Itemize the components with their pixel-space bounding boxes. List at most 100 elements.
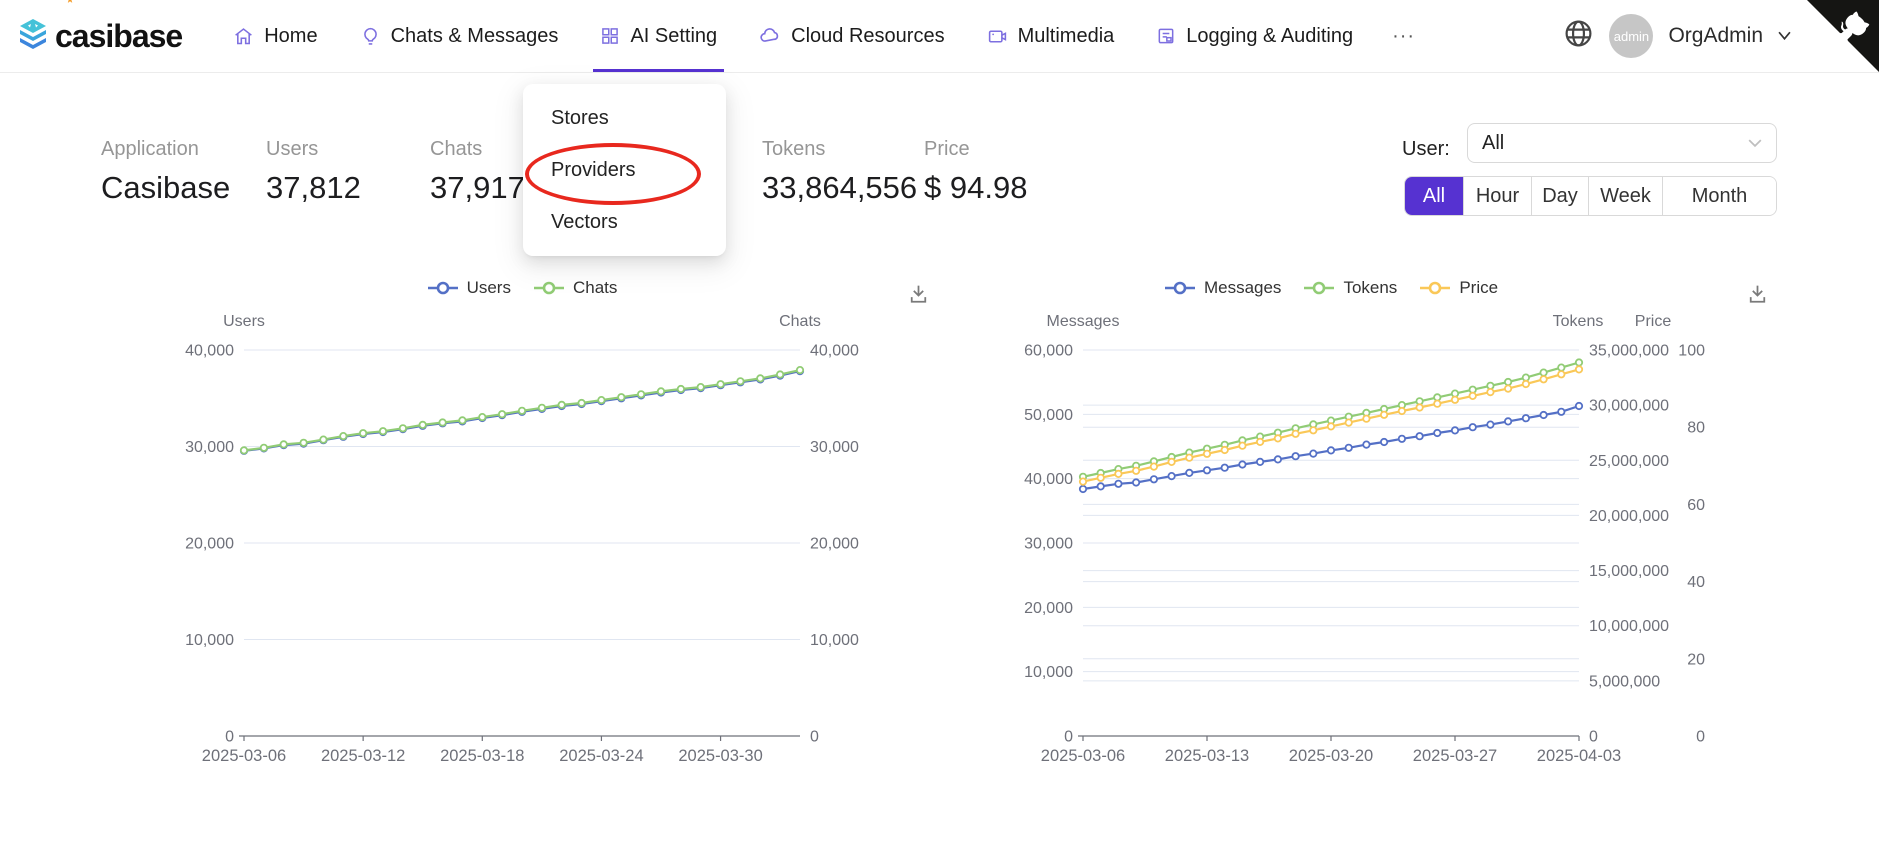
menu-item-providers[interactable]: Providers (523, 144, 726, 196)
stat-value: 37,812 (266, 170, 361, 206)
svg-text:10,000,000: 10,000,000 (1589, 618, 1669, 635)
nav-item-logging-auditing[interactable]: Logging & Auditing (1135, 0, 1374, 72)
legend-item-messages[interactable]: Messages (1164, 278, 1281, 298)
svg-text:20,000,000: 20,000,000 (1589, 508, 1669, 525)
range-button-all[interactable]: All (1405, 177, 1463, 215)
svg-text:100: 100 (1678, 343, 1705, 360)
bulb-icon (360, 26, 381, 47)
svg-text:2025-03-18: 2025-03-18 (440, 747, 524, 765)
stat-value: Casibase (101, 170, 230, 206)
top-navbar: casibase ⭑ Home Chats & Messages (0, 0, 1879, 73)
svg-text:0: 0 (1589, 729, 1598, 746)
svg-text:20,000: 20,000 (185, 536, 234, 553)
stat-tokens: Tokens 33,864,556 (762, 138, 917, 206)
svg-text:20: 20 (1687, 651, 1705, 668)
nav-label: Logging & Auditing (1186, 25, 1353, 48)
svg-text:2025-03-30: 2025-03-30 (678, 747, 762, 765)
chart-canvas: 60,00050,00040,00030,00020,00010,0000Mes… (1020, 278, 1780, 790)
stat-application: Application Casibase (101, 138, 230, 206)
menu-item-vectors[interactable]: Vectors (523, 196, 726, 248)
account-name[interactable]: OrgAdmin (1668, 24, 1763, 48)
svg-text:2025-04-03: 2025-04-03 (1537, 747, 1621, 765)
chart-canvas: 40,00030,00020,00010,0000Users40,00030,0… (150, 278, 970, 790)
nav-item-cloud-resources[interactable]: Cloud Resources (738, 0, 965, 72)
user-select-value: All (1482, 132, 1504, 155)
chart-legend: Messages Tokens Price (1083, 278, 1579, 298)
stat-value: 33,864,556 (762, 170, 917, 206)
stat-label: Application (101, 138, 230, 161)
nav-item-home[interactable]: Home (212, 0, 338, 72)
stat-value: 37,917 (430, 170, 525, 206)
legend-item-users[interactable]: Users (427, 278, 511, 298)
language-globe-icon[interactable] (1563, 18, 1594, 54)
svg-text:30,000: 30,000 (1024, 536, 1073, 553)
legend-item-chats[interactable]: Chats (533, 278, 617, 298)
casibase-logo-text: casibase (55, 20, 182, 52)
nav-label: AI Setting (630, 25, 717, 48)
stat-label: Price (924, 138, 1027, 161)
svg-text:2025-03-20: 2025-03-20 (1289, 747, 1373, 765)
svg-text:2025-03-06: 2025-03-06 (1041, 747, 1125, 765)
time-range-segmented: AllHourDayWeekMonth (1404, 176, 1777, 216)
svg-text:0: 0 (1696, 729, 1705, 746)
range-button-hour[interactable]: Hour (1463, 177, 1531, 215)
svg-text:40: 40 (1687, 574, 1705, 591)
stat-value: $ 94.98 (924, 170, 1027, 206)
stat-label: Users (266, 138, 361, 161)
stat-label: Tokens (762, 138, 917, 161)
nav-label: Chats & Messages (391, 25, 559, 48)
svg-text:Chats: Chats (779, 313, 821, 330)
svg-text:2025-03-24: 2025-03-24 (559, 747, 643, 765)
svg-text:2025-03-27: 2025-03-27 (1413, 747, 1497, 765)
legend-marker (1164, 281, 1196, 295)
user-select[interactable]: All (1467, 123, 1777, 163)
svg-text:10,000: 10,000 (185, 632, 234, 649)
svg-text:2025-03-13: 2025-03-13 (1165, 747, 1249, 765)
stat-price: Price $ 94.98 (924, 138, 1027, 206)
nav-item-multimedia[interactable]: Multimedia (966, 0, 1136, 72)
nav-label: Cloud Resources (791, 25, 944, 48)
cloud-icon (759, 25, 781, 47)
nav-label: Home (264, 25, 317, 48)
nav-more-ellipsis[interactable]: ··· (1374, 0, 1433, 72)
svg-text:80: 80 (1687, 420, 1705, 437)
grid-icon (600, 26, 620, 46)
svg-text:10,000: 10,000 (1024, 664, 1073, 681)
svg-text:20,000: 20,000 (810, 536, 859, 553)
download-chart-icon[interactable] (1745, 282, 1770, 312)
svg-text:20,000: 20,000 (1024, 600, 1073, 617)
avatar[interactable]: admin (1609, 14, 1653, 58)
ai-setting-dropdown-menu: StoresProvidersVectors (523, 84, 726, 256)
audit-log-icon (1156, 26, 1176, 46)
svg-text:60: 60 (1687, 497, 1705, 514)
download-chart-icon[interactable] (906, 282, 931, 312)
chart-legend: Users Chats (244, 278, 800, 298)
stat-chats: Chats 37,917 (430, 138, 525, 206)
users-chats-chart: Users Chats 40,000 30,000 20,000 10,000 0 Users… (150, 278, 970, 790)
svg-text:30,000: 30,000 (185, 439, 234, 456)
svg-text:2025-03-06: 2025-03-06 (202, 747, 286, 765)
svg-text:25,000,000: 25,000,000 (1589, 453, 1669, 470)
svg-text:30,000,000: 30,000,000 (1589, 398, 1669, 415)
chevron-down-icon (1748, 138, 1762, 148)
svg-text:0: 0 (810, 729, 819, 746)
svg-text:Users: Users (223, 313, 265, 330)
casibase-logo[interactable]: casibase ⭑ (18, 18, 182, 55)
svg-text:Tokens: Tokens (1553, 313, 1604, 330)
range-button-day[interactable]: Day (1531, 177, 1588, 215)
nav-item-ai-setting[interactable]: AI Setting (579, 0, 738, 72)
svg-text:15,000,000: 15,000,000 (1589, 563, 1669, 580)
github-corner-octocat[interactable] (1807, 0, 1879, 72)
range-button-month[interactable]: Month (1662, 177, 1776, 215)
account-caret-icon (1778, 27, 1791, 45)
menu-item-stores[interactable]: Stores (523, 92, 726, 144)
svg-text:0: 0 (1064, 729, 1073, 746)
svg-text:40,000: 40,000 (810, 343, 859, 360)
range-button-week[interactable]: Week (1588, 177, 1662, 215)
svg-text:35,000,000: 35,000,000 (1589, 343, 1669, 360)
nav-item-chats-messages[interactable]: Chats & Messages (339, 0, 580, 72)
svg-text:40,000: 40,000 (185, 343, 234, 360)
legend-marker (1303, 281, 1335, 295)
legend-item-price[interactable]: Price (1419, 278, 1498, 298)
legend-item-tokens[interactable]: Tokens (1303, 278, 1397, 298)
